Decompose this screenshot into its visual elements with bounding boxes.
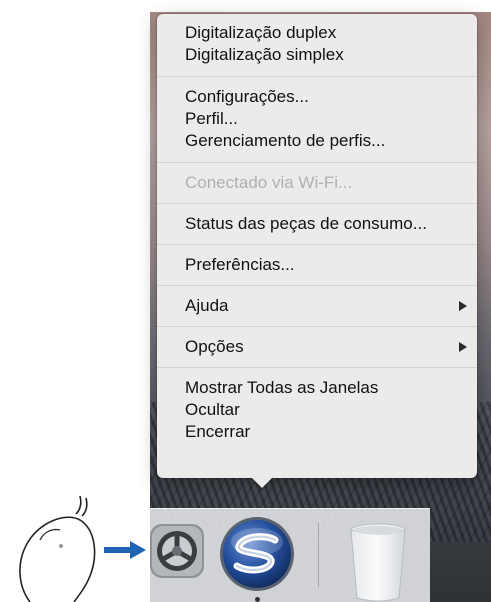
menu-item-quit[interactable]: Encerrar xyxy=(157,421,477,443)
menu-item-help[interactable]: Ajuda xyxy=(157,295,477,317)
menu-item-options[interactable]: Opções xyxy=(157,336,477,358)
menu-group-settings: Configurações... Perfil... Gerenciamento… xyxy=(157,86,477,152)
menu-group-window: Mostrar Todas as Janelas Ocultar Encerra… xyxy=(157,377,477,443)
menu-group-connection: Conectado via Wi-Fi... xyxy=(157,172,477,194)
menu-item-simplex-scan[interactable]: Digitalização simplex xyxy=(157,44,477,66)
menu-item-hide[interactable]: Ocultar xyxy=(157,399,477,421)
dock-context-menu: Digitalização duplex Digitalização simpl… xyxy=(157,14,477,478)
scansnap-manager-icon[interactable] xyxy=(217,514,297,594)
screen: Digitalização duplex Digitalização simpl… xyxy=(0,0,491,602)
menu-item-wifi-connected: Conectado via Wi-Fi... xyxy=(185,173,353,192)
menu-item-profile[interactable]: Perfil... xyxy=(157,108,477,130)
running-indicator xyxy=(255,597,260,602)
trash-icon[interactable] xyxy=(343,520,413,602)
menu-item-duplex-scan[interactable]: Digitalização duplex xyxy=(157,22,477,44)
menu-item-preferences[interactable]: Preferências... xyxy=(157,254,477,276)
pointer-arrow-icon xyxy=(104,540,146,560)
menu-item-profile-management[interactable]: Gerenciamento de perfis... xyxy=(157,130,477,152)
menu-separator xyxy=(157,203,477,204)
menu-item-options-label: Opções xyxy=(185,337,244,356)
menu-item-consumables-status[interactable]: Status das peças de consumo... xyxy=(157,213,477,235)
menu-group-preferences: Preferências... xyxy=(157,254,477,276)
menu-group-help: Ajuda xyxy=(157,295,477,317)
menu-group-consumables: Status das peças de consumo... xyxy=(157,213,477,235)
menu-group-options: Opções xyxy=(157,336,477,358)
dock-divider xyxy=(318,523,319,587)
menu-separator xyxy=(157,326,477,327)
menu-group-scan: Digitalização duplex Digitalização simpl… xyxy=(157,22,477,66)
menu-separator xyxy=(157,76,477,77)
mouse-icon xyxy=(10,490,110,602)
menu-separator xyxy=(157,162,477,163)
menu-item-show-all-windows[interactable]: Mostrar Todas as Janelas xyxy=(157,377,477,399)
submenu-arrow-icon xyxy=(459,301,467,311)
menu-item-help-label: Ajuda xyxy=(185,296,229,315)
menu-separator xyxy=(157,285,477,286)
menu-item-settings[interactable]: Configurações... xyxy=(157,86,477,108)
menu-pointer xyxy=(250,476,274,488)
submenu-arrow-icon xyxy=(459,342,467,352)
system-preferences-gear-icon[interactable] xyxy=(148,522,206,580)
menu-separator xyxy=(157,367,477,368)
menu-separator xyxy=(157,244,477,245)
